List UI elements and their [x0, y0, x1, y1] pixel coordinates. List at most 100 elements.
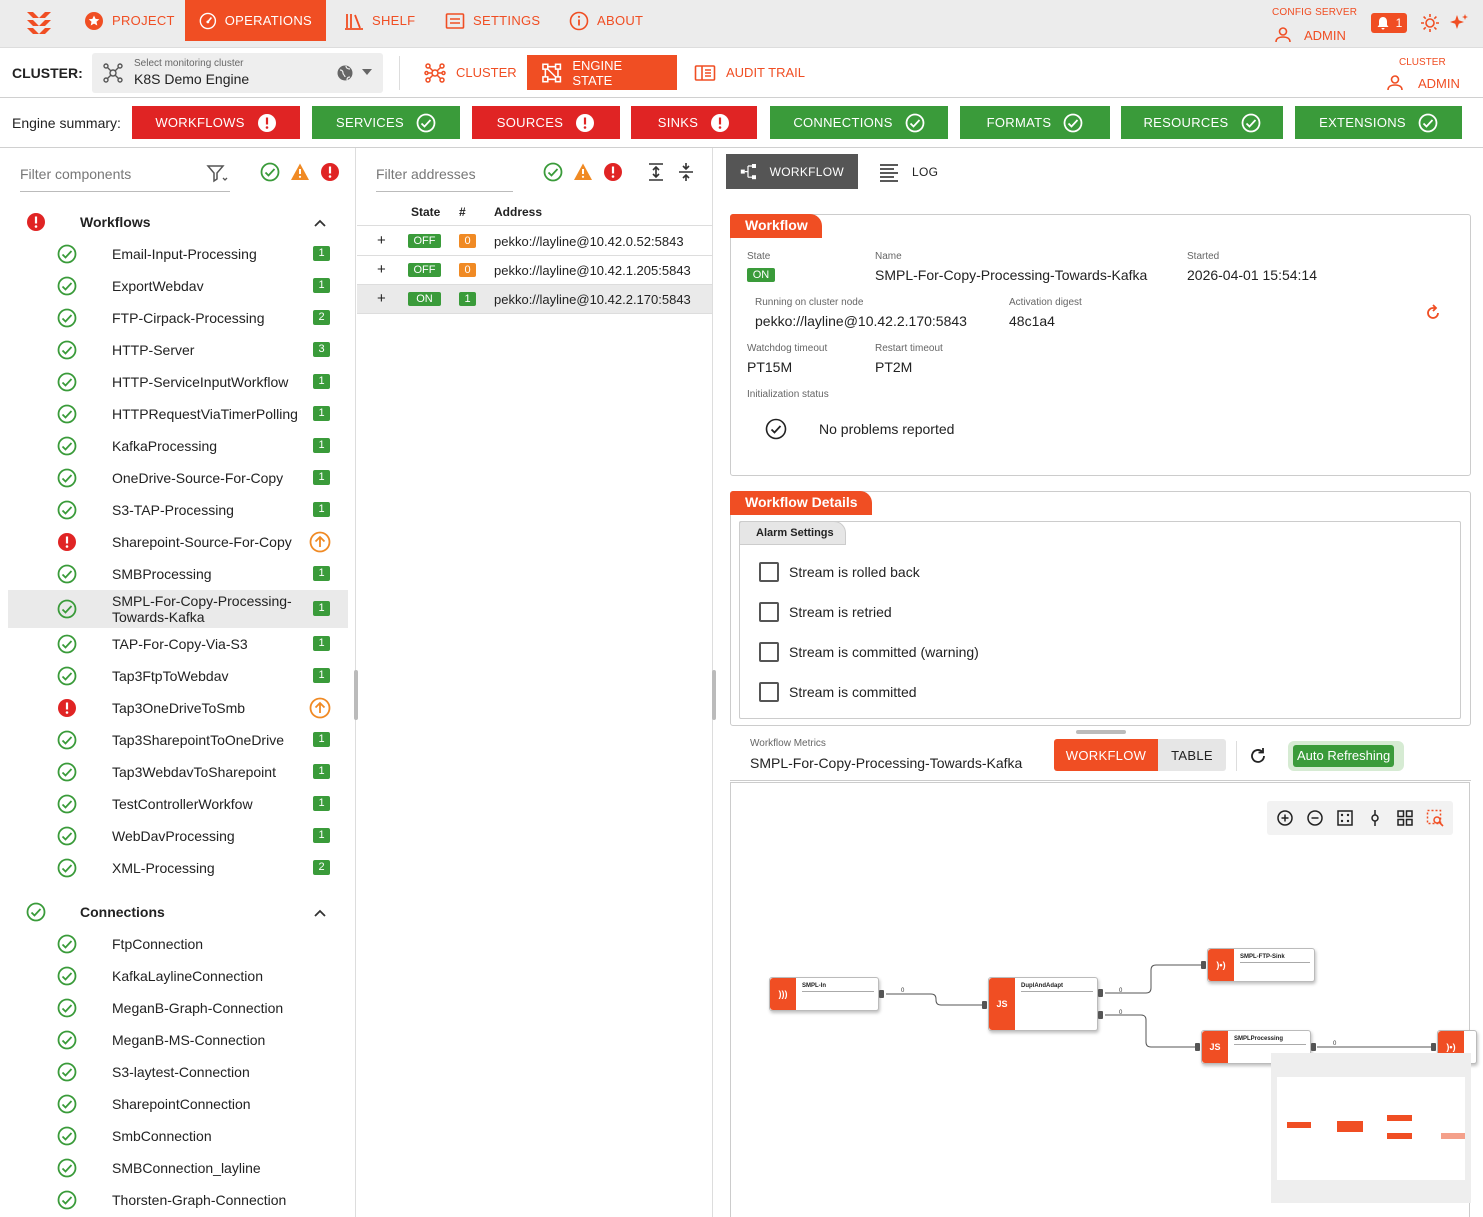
input-port[interactable]	[1431, 1043, 1436, 1051]
column-state[interactable]: State	[411, 205, 440, 219]
alarm-checkbox-retried[interactable]	[759, 602, 779, 622]
group-workflows[interactable]: Workflows	[0, 206, 355, 238]
workflow-list-item[interactable]: HTTP-ServiceInputWorkflow 1	[8, 366, 348, 398]
workflow-graph-canvas[interactable]: ))) SMPL-In 0 JS DuplAndAdapt 0 0 )•) SM…	[730, 782, 1477, 1217]
workflow-list-item[interactable]: HTTP-Server 3	[8, 334, 348, 366]
workflow-list-item[interactable]: ExportWebdav 1	[8, 270, 348, 302]
expand-row-icon[interactable]: +	[377, 261, 386, 278]
tab-workflow[interactable]: WORKFLOW	[726, 154, 858, 189]
cluster-select[interactable]: Select monitoring cluster K8S Demo Engin…	[92, 53, 383, 93]
tab-audit-trail[interactable]: AUDIT TRAIL	[680, 55, 819, 90]
workflow-list-item[interactable]: WebDavProcessing 1	[8, 820, 348, 852]
tab-engine-state[interactable]: ENGINE STATE	[527, 55, 677, 90]
connection-list-item[interactable]: SharepointConnection	[8, 1088, 348, 1120]
address-row[interactable]: + ON 1 pekko://layline@10.42.2.170:5843	[357, 285, 712, 314]
notifications-button[interactable]: 1	[1371, 13, 1407, 33]
column-address[interactable]: Address	[494, 205, 542, 219]
expand-row-icon[interactable]: +	[377, 290, 386, 307]
workflow-list-item[interactable]: FTP-Cirpack-Processing 2	[8, 302, 348, 334]
connection-list-item[interactable]: S3-laytest-Connection	[8, 1056, 348, 1088]
filter-error-icon[interactable]	[320, 162, 340, 182]
nav-shelf[interactable]: SHELF	[330, 0, 429, 41]
config-admin-user[interactable]: ADMIN	[1274, 26, 1346, 44]
refresh-icon[interactable]	[1248, 746, 1268, 766]
filter-warning-icon[interactable]	[573, 162, 593, 182]
workflow-list-item[interactable]: SMPL-For-Copy-Processing- Towards-Kafka 1	[8, 590, 348, 628]
workflow-list-item[interactable]: SMBProcessing 1	[8, 558, 348, 590]
filter-funnel-icon[interactable]	[206, 164, 228, 184]
summary-connections-button[interactable]: CONNECTIONS	[770, 106, 948, 139]
graph-node-smpl-ftp-sink[interactable]: )•) SMPL-FTP-Sink	[1207, 948, 1315, 982]
theme-sun-icon[interactable]	[1420, 13, 1440, 33]
input-port[interactable]	[1195, 1043, 1200, 1051]
filter-addresses-input[interactable]: Filter addresses	[376, 162, 513, 192]
workflow-list-item[interactable]: Tap3SharepointToOneDrive 1	[8, 724, 348, 756]
metrics-view-table-button[interactable]: TABLE	[1158, 739, 1226, 771]
expand-row-icon[interactable]: +	[377, 232, 386, 249]
nav-settings[interactable]: SETTINGS	[431, 0, 554, 41]
workflow-list-item[interactable]: TAP-For-Copy-Via-S3 1	[8, 628, 348, 660]
connection-list-item[interactable]: Thorsten-Graph-Connection	[8, 1184, 348, 1216]
filter-warning-icon[interactable]	[290, 162, 310, 182]
graph-node-dupl-and-adapt[interactable]: JS DuplAndAdapt	[988, 977, 1098, 1031]
summary-resources-button[interactable]: RESOURCES	[1121, 106, 1283, 139]
tab-log[interactable]: LOG	[864, 154, 952, 189]
nav-about[interactable]: ABOUT	[555, 0, 657, 41]
summary-services-button[interactable]: SERVICES	[312, 106, 460, 139]
alarm-checkbox-committed-warning[interactable]	[759, 642, 779, 662]
workflow-list-item[interactable]: XML-Processing 2	[8, 852, 348, 884]
upgrade-arrow-icon[interactable]	[309, 697, 331, 719]
connection-list-item[interactable]: SMBConnection_layline	[8, 1152, 348, 1184]
workflow-list-item[interactable]: Email-Input-Processing 1	[8, 238, 348, 270]
output-port[interactable]	[1311, 1043, 1316, 1051]
nav-project[interactable]: PROJECT	[70, 0, 189, 41]
filter-ok-icon[interactable]	[543, 162, 563, 182]
ai-sparkle-icon[interactable]	[1448, 12, 1470, 34]
cluster-admin-user[interactable]: ADMIN	[1386, 74, 1460, 92]
restart-icon[interactable]	[1423, 303, 1443, 323]
output-port[interactable]	[1098, 1011, 1103, 1019]
connection-list-item[interactable]: KafkaLaylineConnection	[8, 960, 348, 992]
nav-operations[interactable]: OPERATIONS	[185, 0, 326, 41]
graph-node-smpl-in[interactable]: ))) SMPL-In	[769, 977, 879, 1011]
chevron-up-icon[interactable]	[312, 215, 328, 231]
filter-components-input[interactable]: Filter components	[20, 162, 230, 192]
alarm-settings-tab[interactable]: Alarm Settings	[739, 521, 846, 545]
layline-logo-icon[interactable]	[24, 10, 54, 38]
auto-refresh-toggle[interactable]: Auto Refreshing	[1288, 741, 1404, 771]
graph-minimap[interactable]	[1271, 1053, 1471, 1203]
summary-sinks-button[interactable]: SINKS	[631, 106, 757, 139]
alarm-checkbox-rolled-back[interactable]	[759, 562, 779, 582]
connection-list-item[interactable]: MeganB-MS-Connection	[8, 1024, 348, 1056]
address-row[interactable]: + OFF 0 pekko://layline@10.42.1.205:5843	[357, 256, 712, 285]
filter-ok-icon[interactable]	[260, 162, 280, 182]
column-count[interactable]: #	[459, 205, 466, 219]
summary-formats-button[interactable]: FORMATS	[960, 106, 1110, 139]
workflow-list-item[interactable]: OneDrive-Source-For-Copy 1	[8, 462, 348, 494]
group-connections[interactable]: Connections	[0, 896, 355, 928]
connection-list-item[interactable]: SmbConnection	[8, 1120, 348, 1152]
workflow-list-item[interactable]: Sharepoint-Source-For-Copy	[8, 526, 348, 558]
workflow-list-item[interactable]: TestControllerWorkfow 1	[8, 788, 348, 820]
workflow-list-item[interactable]: HTTPRequestViaTimerPolling 1	[8, 398, 348, 430]
output-port[interactable]	[879, 990, 884, 998]
expand-all-icon[interactable]	[646, 162, 666, 182]
connection-list-item[interactable]: MeganB-Graph-Connection	[8, 992, 348, 1024]
chevron-up-icon[interactable]	[312, 905, 328, 921]
summary-sources-button[interactable]: SOURCES	[472, 106, 620, 139]
filter-error-icon[interactable]	[603, 162, 623, 182]
collapse-all-icon[interactable]	[676, 162, 696, 182]
input-port[interactable]	[1201, 961, 1206, 969]
address-row[interactable]: + OFF 0 pekko://layline@10.42.0.52:5843	[357, 227, 712, 256]
upgrade-arrow-icon[interactable]	[309, 531, 331, 553]
workflow-list-item[interactable]: KafkaProcessing 1	[8, 430, 348, 462]
output-port[interactable]	[1098, 989, 1103, 997]
tab-cluster[interactable]: CLUSTER	[410, 55, 531, 90]
workflow-list-item[interactable]: Tap3FtpToWebdav 1	[8, 660, 348, 692]
connection-list-item[interactable]: FtpConnection	[8, 928, 348, 960]
summary-workflows-button[interactable]: WORKFLOWS	[132, 106, 300, 139]
alarm-checkbox-committed[interactable]	[759, 682, 779, 702]
input-port[interactable]	[982, 1001, 987, 1009]
summary-extensions-button[interactable]: EXTENSIONS	[1295, 106, 1462, 139]
metrics-view-workflow-button[interactable]: WORKFLOW	[1054, 739, 1158, 771]
